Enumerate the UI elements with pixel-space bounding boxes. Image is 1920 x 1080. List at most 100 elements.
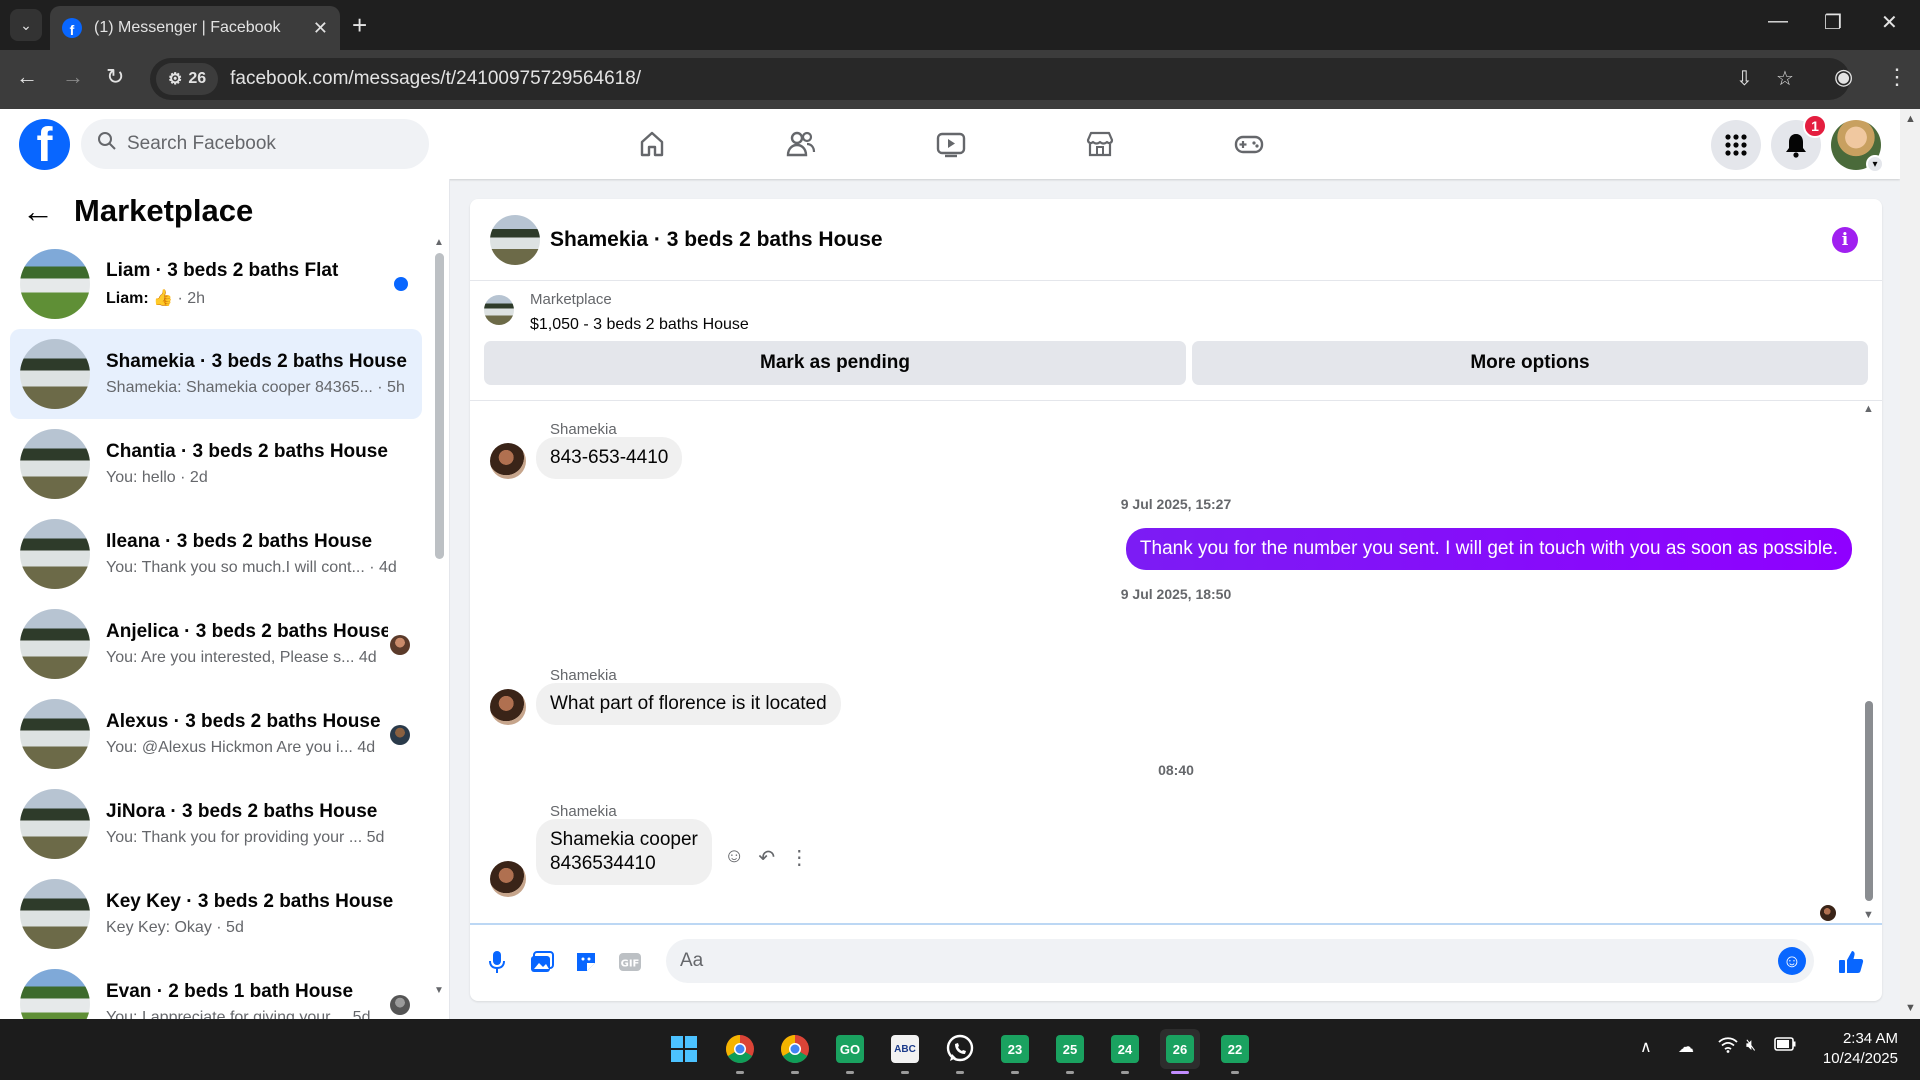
close-tab-icon[interactable]: ✕ <box>313 18 328 39</box>
back-arrow-icon[interactable]: ← <box>22 195 54 227</box>
url-text[interactable]: facebook.com/messages/t/2410097572956461… <box>230 68 641 90</box>
bookmark-star-icon[interactable]: ☆ <box>1776 66 1794 91</box>
browser-menu-icon[interactable]: ⋮ <box>1886 64 1908 90</box>
tab-search-button[interactable]: ⌄ <box>10 9 42 41</box>
react-emoji-icon[interactable]: ☺ <box>724 845 744 870</box>
menu-button[interactable] <box>1711 120 1761 170</box>
microphone-icon[interactable] <box>482 947 512 977</box>
conversation-item[interactable]: Alexus · 3 beds 2 baths House You: @Alex… <box>10 689 422 779</box>
chrome-profile-app-button[interactable] <box>775 1029 815 1074</box>
forward-arrow-icon[interactable]: → <box>62 64 84 90</box>
whatsapp-app-button[interactable] <box>940 1029 980 1074</box>
sheets-app-button-24[interactable]: 24 <box>1105 1029 1145 1074</box>
conversation-list-scrollbar[interactable]: ▲ ▼ <box>432 237 446 1003</box>
notifications-button[interactable]: 1 <box>1771 114 1827 170</box>
battery-icon[interactable] <box>1774 1037 1796 1056</box>
chevron-down-icon[interactable]: ▾ <box>1866 155 1884 173</box>
chevron-up-icon[interactable]: ∧ <box>1640 1037 1652 1057</box>
page-scrollbar[interactable]: ▲ ▼ <box>1900 109 1920 1019</box>
scroll-down-icon[interactable]: ▼ <box>1905 1002 1916 1014</box>
conversation-item[interactable]: JiNora · 3 beds 2 baths House You: Thank… <box>10 779 422 869</box>
emoji-icon[interactable]: ☺ <box>1778 947 1806 975</box>
conversation-item[interactable]: Anjelica · 3 beds 2 baths House You: Are… <box>10 599 422 689</box>
scrollbar-thumb[interactable] <box>435 253 444 559</box>
listing-price[interactable]: $1,050 - 3 beds 2 baths House <box>530 316 749 334</box>
back-arrow-icon[interactable]: ← <box>16 64 38 90</box>
more-icon[interactable]: ⋮ <box>789 845 809 870</box>
profile-icon[interactable]: ◉ <box>1834 64 1853 90</box>
scroll-down-icon[interactable]: ▼ <box>1863 909 1874 921</box>
conversation-item[interactable]: Chantia · 3 beds 2 baths House You: hell… <box>10 419 422 509</box>
sender-avatar[interactable] <box>490 861 526 897</box>
message-bubble-incoming[interactable]: 843-653-4410 <box>536 437 683 479</box>
abc-app-button[interactable]: ABC <box>885 1029 925 1074</box>
system-clock[interactable]: 2:34 AM 10/24/2025 <box>1823 1029 1898 1069</box>
gaming-nav-button[interactable] <box>1194 119 1304 169</box>
minimize-icon[interactable]: — <box>1768 10 1788 33</box>
chat-avatar[interactable] <box>490 214 540 265</box>
thumbs-up-icon[interactable] <box>1836 947 1866 977</box>
running-indicator <box>736 1071 744 1074</box>
sender-avatar[interactable] <box>490 689 526 725</box>
restore-icon[interactable]: ❐ <box>1824 10 1842 35</box>
close-window-icon[interactable]: ✕ <box>1881 10 1898 35</box>
conversation-item[interactable]: Ileana · 3 beds 2 baths House You: Thank… <box>10 509 422 599</box>
scroll-up-icon[interactable]: ▲ <box>1863 403 1874 415</box>
search-input[interactable] <box>127 133 407 155</box>
message-bubble-incoming[interactable]: What part of florence is it located <box>536 683 841 725</box>
new-tab-button[interactable]: + <box>352 10 367 40</box>
conversation-name: JiNora · 3 beds 2 baths House <box>106 801 378 822</box>
scrollbar-thumb[interactable] <box>1865 701 1873 901</box>
conversation-item-active[interactable]: Shamekia · 3 beds 2 baths House Shamekia… <box>10 329 422 419</box>
conversation-item[interactable]: Liam · 3 beds 2 baths Flat Liam: 👍 · 2h <box>10 239 422 329</box>
site-settings-icon: ⚙ <box>168 71 183 88</box>
install-app-icon[interactable]: ⇩ <box>1736 66 1753 91</box>
more-options-button[interactable]: More options <box>1192 341 1868 385</box>
reload-icon[interactable]: ↻ <box>106 64 124 90</box>
sheets-app-button-22[interactable]: 22 <box>1215 1029 1255 1074</box>
listing-thumbnail[interactable] <box>484 295 514 325</box>
mark-as-pending-button[interactable]: Mark as pending <box>484 341 1186 385</box>
friends-icon <box>786 131 816 157</box>
message-timestamp: 08:40 <box>1158 762 1194 778</box>
scroll-up-icon[interactable]: ▲ <box>434 237 444 248</box>
facebook-search[interactable] <box>81 119 429 169</box>
listing-label: Marketplace <box>530 291 612 308</box>
search-icon <box>97 131 117 157</box>
friends-nav-button[interactable] <box>746 119 856 169</box>
marketplace-nav-button[interactable] <box>1045 119 1155 169</box>
message-bubble-incoming[interactable]: Shamekia cooper 8436534410 <box>536 819 712 885</box>
sheets-app-button-26[interactable]: 26 <box>1160 1029 1200 1074</box>
chat-title[interactable]: Shamekia · 3 beds 2 baths House <box>550 228 883 252</box>
info-icon[interactable]: i <box>1832 227 1858 253</box>
browser-tab[interactable]: f (1) Messenger | Facebook ✕ <box>50 6 340 50</box>
start-button[interactable] <box>664 1029 704 1069</box>
sheets-app-button-25[interactable]: 25 <box>1050 1029 1090 1074</box>
scroll-down-icon[interactable]: ▼ <box>434 985 444 996</box>
message-input[interactable] <box>680 950 1750 972</box>
message-input-wrapper[interactable]: ☺ <box>666 939 1814 983</box>
scroll-up-icon[interactable]: ▲ <box>1905 113 1916 125</box>
onedrive-icon[interactable]: ☁ <box>1678 1037 1694 1057</box>
conversation-item[interactable]: Evan · 2 beds 1 bath House You: I apprec… <box>10 959 422 1019</box>
reply-icon[interactable]: ↶ <box>758 845 775 870</box>
wifi-icon[interactable] <box>1718 1037 1738 1058</box>
sheets-app-button-23[interactable]: 23 <box>995 1029 1035 1074</box>
video-nav-button[interactable] <box>896 119 1006 169</box>
site-info-button[interactable]: ⚙ 26 <box>156 63 219 95</box>
go-app-button[interactable]: GO <box>830 1029 870 1074</box>
listing-thumbnail <box>20 429 90 499</box>
sticker-icon[interactable] <box>571 947 601 977</box>
photo-icon[interactable] <box>527 947 557 977</box>
sender-avatar[interactable] <box>490 443 526 479</box>
home-nav-button[interactable] <box>597 119 707 169</box>
conversation-item[interactable]: Key Key · 3 beds 2 baths House Key Key: … <box>10 869 422 959</box>
message-scrollbar[interactable]: ▲ ▼ <box>1862 401 1876 923</box>
message-bubble-outgoing[interactable]: Thank you for the number you sent. I wil… <box>1125 528 1852 570</box>
facebook-logo-icon[interactable]: f <box>19 119 70 170</box>
speaker-muted-icon[interactable]: 🔇︎ <box>1746 1037 1756 1055</box>
omnibox[interactable]: ⚙ 26 facebook.com/messages/t/24100975729… <box>150 58 1850 100</box>
message-line: 8436534410 <box>550 853 656 874</box>
gif-icon[interactable]: GIF <box>615 947 645 977</box>
chrome-app-button[interactable] <box>720 1029 760 1074</box>
